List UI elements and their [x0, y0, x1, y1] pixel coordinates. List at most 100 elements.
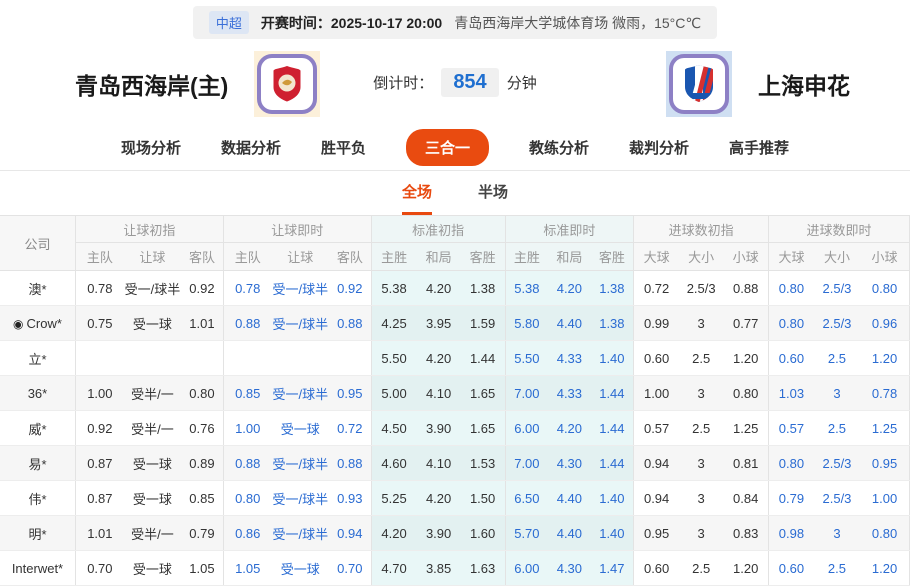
odds-cell: 2.5 [814, 341, 860, 376]
match-header: 青岛西海岸(主) 倒计时： 854 分钟 [0, 39, 910, 125]
odds-cell: 3 [814, 376, 860, 411]
sub-header-4-2: 小球 [723, 243, 768, 271]
odds-cell: 0.94 [634, 481, 679, 516]
table-row: 伟*0.87受一球0.850.80受一/球半0.935.254.201.506.… [0, 481, 910, 516]
odds-cell: 2.5/3 [814, 271, 860, 306]
odds-cell: 1.05 [181, 551, 223, 586]
odds-cell: 受一/球半 [124, 271, 181, 306]
odds-cell: 受一/球半 [272, 516, 329, 551]
odds-cell: 4.20 [416, 481, 460, 516]
odds-cell: 1.44 [591, 446, 634, 481]
odds-cell: 受一球 [124, 481, 181, 516]
odds-cell: 0.79 [181, 516, 223, 551]
odds-cell: 0.99 [634, 306, 679, 341]
odds-cell: 0.78 [223, 271, 271, 306]
group-header-1: 让球即时 [223, 216, 371, 243]
company-name: 立* [0, 341, 75, 376]
odds-cell: 0.72 [329, 411, 371, 446]
table-row: 立*5.504.201.445.504.331.400.602.51.200.6… [0, 341, 910, 376]
odds-cell: 1.25 [860, 411, 909, 446]
odds-table-body: 澳*0.78受一/球半0.920.78受一/球半0.925.384.201.38… [0, 271, 910, 586]
odds-cell: 4.40 [548, 306, 590, 341]
nav-tab-0[interactable]: 现场分析 [121, 129, 181, 166]
odds-cell: 0.85 [223, 376, 271, 411]
company-name: 伟* [0, 481, 75, 516]
odds-cell: 0.84 [723, 481, 768, 516]
odds-cell: 0.60 [634, 551, 679, 586]
odds-cell: 5.00 [371, 376, 416, 411]
odds-cell: 3.85 [416, 551, 460, 586]
group-header-0: 让球初指 [75, 216, 223, 243]
home-team: 青岛西海岸(主) [75, 51, 320, 117]
odds-cell: 0.80 [723, 376, 768, 411]
sub-tab-1[interactable]: 半场 [478, 181, 508, 215]
odds-cell: 0.95 [329, 376, 371, 411]
odds-cell [181, 341, 223, 376]
away-team: 上海申花 [666, 51, 850, 117]
nav-tab-4[interactable]: 教练分析 [529, 129, 589, 166]
odds-cell: 7.00 [505, 446, 548, 481]
odds-cell: 1.00 [223, 411, 271, 446]
odds-cell: 1.47 [591, 551, 634, 586]
odds-cell: 4.20 [371, 516, 416, 551]
odds-cell: 受一/球半 [272, 376, 329, 411]
nav-tab-2[interactable]: 胜平负 [321, 129, 366, 166]
odds-cell: 1.38 [591, 306, 634, 341]
odds-cell: 0.80 [223, 481, 271, 516]
odds-cell: 受半/一 [124, 516, 181, 551]
nav-tab-6[interactable]: 高手推荐 [729, 129, 789, 166]
odds-cell: 3 [679, 446, 723, 481]
odds-cell: 0.96 [860, 306, 909, 341]
odds-cell: 受一球 [124, 306, 181, 341]
odds-cell: 0.80 [769, 446, 814, 481]
table-row: 澳*0.78受一/球半0.920.78受一/球半0.925.384.201.38… [0, 271, 910, 306]
odds-cell: 6.50 [505, 481, 548, 516]
group-header-3: 标准即时 [505, 216, 634, 243]
odds-cell: 0.80 [860, 516, 909, 551]
nav-tabs: 现场分析 数据分析 胜平负 三合一 教练分析 裁判分析 高手推荐 [0, 125, 910, 171]
odds-cell: 0.81 [723, 446, 768, 481]
kickoff-value: 2025-10-17 20:00 [331, 15, 442, 31]
odds-cell: 0.98 [769, 516, 814, 551]
sub-header-5-1: 大小 [814, 243, 860, 271]
nav-tab-3[interactable]: 三合一 [406, 129, 489, 166]
odds-cell: 0.95 [634, 516, 679, 551]
odds-cell: 2.5/3 [814, 446, 860, 481]
odds-cell: 5.38 [505, 271, 548, 306]
sub-header-2-0: 主胜 [371, 243, 416, 271]
nav-tab-1[interactable]: 数据分析 [221, 129, 281, 166]
countdown-label: 倒计时： [373, 72, 433, 93]
odds-cell: 0.88 [329, 446, 371, 481]
odds-cell: 5.70 [505, 516, 548, 551]
odds-cell [75, 341, 123, 376]
odds-cell: 0.88 [223, 446, 271, 481]
odds-cell: 0.60 [769, 341, 814, 376]
odds-cell: 1.44 [461, 341, 505, 376]
company-name: 易* [0, 446, 75, 481]
sub-tab-0[interactable]: 全场 [402, 181, 432, 215]
odds-cell: 0.93 [329, 481, 371, 516]
odds-cell: 0.87 [75, 446, 123, 481]
sub-header-3-0: 主胜 [505, 243, 548, 271]
odds-cell: 4.60 [371, 446, 416, 481]
odds-cell: 2.5/3 [814, 306, 860, 341]
odds-cell: 0.78 [860, 376, 909, 411]
company-name: 威* [0, 411, 75, 446]
odds-cell: 5.50 [371, 341, 416, 376]
sub-header-4-0: 大球 [634, 243, 679, 271]
odds-cell: 1.65 [461, 411, 505, 446]
ball-icon: ◉ [13, 317, 23, 331]
kickoff-label: 开赛时间： [261, 15, 331, 31]
odds-cell: 2.5/3 [679, 271, 723, 306]
odds-cell: 0.92 [181, 271, 223, 306]
odds-cell: 1.00 [75, 376, 123, 411]
odds-cell: 0.70 [75, 551, 123, 586]
odds-cell: 1.44 [591, 411, 634, 446]
odds-cell: 0.94 [634, 446, 679, 481]
nav-tab-5[interactable]: 裁判分析 [629, 129, 689, 166]
table-row: 威*0.92受半/一0.761.00受一球0.724.503.901.656.0… [0, 411, 910, 446]
odds-cell: 4.40 [548, 516, 590, 551]
odds-cell: 7.00 [505, 376, 548, 411]
odds-cell: 0.88 [329, 306, 371, 341]
odds-cell [329, 341, 371, 376]
